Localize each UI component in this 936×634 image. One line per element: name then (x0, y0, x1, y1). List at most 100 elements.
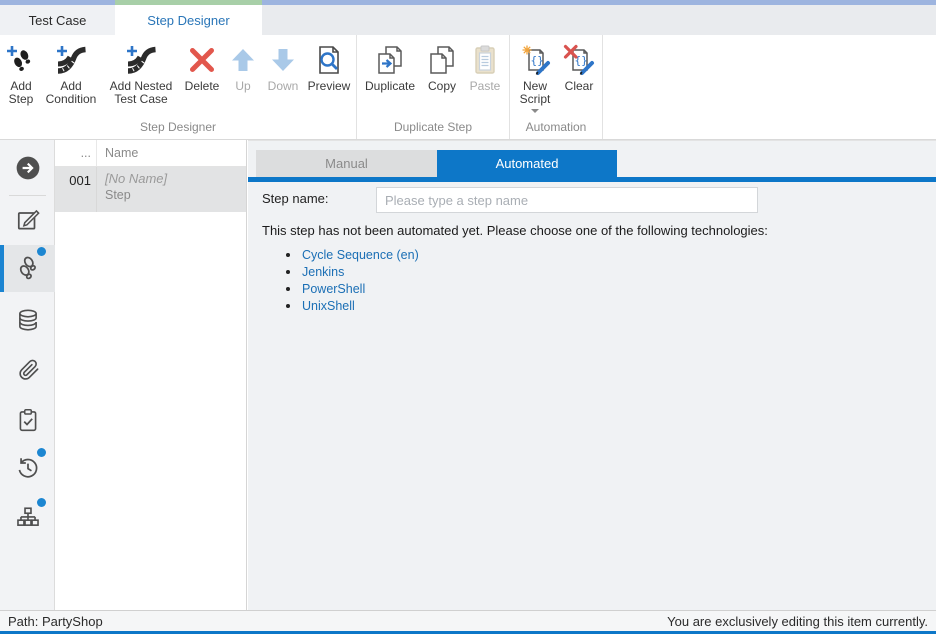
hierarchy-dependencies-icon (15, 505, 41, 531)
technology-list: Cycle Sequence (en) Jenkins PowerShell U… (286, 246, 419, 314)
status-bar: Path: PartyShop You are exclusively edit… (0, 610, 936, 631)
status-editing-notice: You are exclusively editing this item cu… (667, 614, 928, 629)
document-tab-bar: Test Case Step Designer (0, 5, 936, 35)
copy-label: Copy (428, 80, 456, 93)
step-detail-panel: Manual Automated Step name: This step ha… (248, 140, 936, 610)
group-label-automation: Automation (512, 117, 600, 139)
tab-manual[interactable]: Manual (256, 150, 437, 177)
new-script-label: New Script (512, 80, 558, 106)
add-nested-test-case-icon (125, 44, 157, 76)
preview-button[interactable]: Preview (304, 42, 354, 93)
step-row-number: 001 (55, 167, 97, 212)
preview-magnifier-icon (313, 44, 345, 76)
bullet-icon (286, 304, 290, 308)
sidebar-item-tasks[interactable] (0, 398, 55, 442)
table-row[interactable]: 001 [No Name] Step (55, 167, 246, 212)
add-step-footprints-icon (5, 44, 37, 76)
tab-automated-label: Automated (496, 156, 559, 171)
steps-column-name[interactable]: Name (97, 140, 138, 166)
tab-step-designer[interactable]: Step Designer (115, 5, 262, 35)
list-item: UnixShell (286, 297, 419, 314)
duplicate-pages-arrow-icon (374, 44, 406, 76)
clear-script-button[interactable]: {} Clear (558, 42, 600, 93)
delete-label: Delete (185, 80, 220, 93)
paste-button[interactable]: Paste (463, 42, 507, 93)
list-item: PowerShell (286, 280, 419, 297)
down-arrow-icon (267, 44, 299, 76)
list-item: Cycle Sequence (en) (286, 246, 419, 263)
status-path: Path: PartyShop (8, 614, 103, 629)
bullet-icon (286, 270, 290, 274)
duplicate-button[interactable]: Duplicate (359, 42, 421, 93)
tab-step-designer-label: Step Designer (147, 13, 229, 28)
step-name-input[interactable] (376, 187, 758, 213)
bullet-icon (286, 253, 290, 257)
dependencies-badge-dot (37, 498, 46, 507)
automation-message: This step has not been automated yet. Pl… (262, 223, 768, 238)
group-label-duplicate-step: Duplicate Step (359, 117, 507, 139)
database-icon (15, 307, 41, 333)
technology-link-jenkins[interactable]: Jenkins (302, 265, 344, 279)
ribbon-group-automation-buttons: {} New Script {} (512, 35, 600, 117)
sidebar-item-go[interactable] (0, 146, 55, 190)
add-condition-button[interactable]: Add Condition (40, 42, 102, 106)
ribbon-group-automation: {} New Script {} (510, 35, 603, 139)
clipboard-check-icon (15, 407, 41, 433)
ribbon-toolbar: Add Step Add Condition (0, 35, 936, 140)
add-condition-label: Add Condition (40, 80, 102, 106)
tab-test-case[interactable]: Test Case (0, 5, 115, 35)
list-item: Jenkins (286, 263, 419, 280)
tab-automated[interactable]: Automated (437, 150, 617, 177)
step-row-cell: [No Name] Step (97, 167, 167, 212)
bullet-icon (286, 287, 290, 291)
delete-button[interactable]: Delete (180, 42, 224, 93)
add-nested-test-case-button[interactable]: Add Nested Test Case (102, 42, 180, 106)
steps-footprints-icon (14, 255, 42, 283)
new-script-dropdown-caret-icon[interactable] (531, 109, 539, 113)
down-label: Down (268, 80, 299, 93)
technology-link-cycle-sequence[interactable]: Cycle Sequence (en) (302, 248, 419, 262)
duplicate-label: Duplicate (365, 80, 415, 93)
active-tab-underline (248, 177, 936, 182)
sidebar-item-steps[interactable] (0, 245, 55, 292)
paperclip-attachment-icon (15, 357, 41, 383)
steps-table-header: ... Name (55, 140, 246, 167)
steps-column-number[interactable]: ... (55, 140, 97, 166)
sidebar-item-edit[interactable] (0, 198, 55, 242)
step-row-type: Step (105, 188, 167, 202)
sidebar-item-data[interactable] (0, 298, 55, 342)
add-step-label: Add Step (2, 80, 40, 106)
add-condition-track-icon (55, 44, 87, 76)
copy-pages-icon (426, 44, 458, 76)
circle-arrow-right-icon (15, 155, 41, 181)
edit-pencil-icon (15, 207, 41, 233)
new-script-button[interactable]: {} New Script (512, 42, 558, 113)
step-row-name: [No Name] (105, 171, 167, 186)
left-navigation-sidebar (0, 140, 55, 610)
ribbon-group-duplicate-step-buttons: Duplicate Copy (359, 35, 507, 117)
clear-script-label: Clear (565, 80, 594, 93)
paste-clipboard-icon (469, 44, 501, 76)
tab-manual-label: Manual (325, 156, 368, 171)
ribbon-group-step-designer: Add Step Add Condition (0, 35, 357, 139)
up-button[interactable]: Up (224, 42, 262, 93)
svg-text:{}: {} (531, 54, 544, 67)
ribbon-group-duplicate-step: Duplicate Copy (357, 35, 510, 139)
sidebar-item-history[interactable] (0, 446, 55, 490)
technology-link-powershell[interactable]: PowerShell (302, 282, 365, 296)
application-window: Test Case Step Designer (0, 0, 936, 634)
preview-label: Preview (308, 80, 351, 93)
add-step-button[interactable]: Add Step (2, 42, 40, 106)
technology-link-unixshell[interactable]: UnixShell (302, 299, 355, 313)
sidebar-item-dependencies[interactable] (0, 496, 55, 540)
step-name-label: Step name: (262, 191, 329, 206)
copy-button[interactable]: Copy (421, 42, 463, 93)
paste-label: Paste (470, 80, 501, 93)
sidebar-item-attachments[interactable] (0, 348, 55, 392)
history-badge-dot (37, 448, 46, 457)
clear-script-braces-icon: {} (563, 44, 595, 76)
down-button[interactable]: Down (262, 42, 304, 93)
ribbon-group-step-designer-buttons: Add Step Add Condition (2, 35, 354, 117)
history-clock-icon (15, 455, 41, 481)
new-script-braces-icon: {} (519, 44, 551, 76)
